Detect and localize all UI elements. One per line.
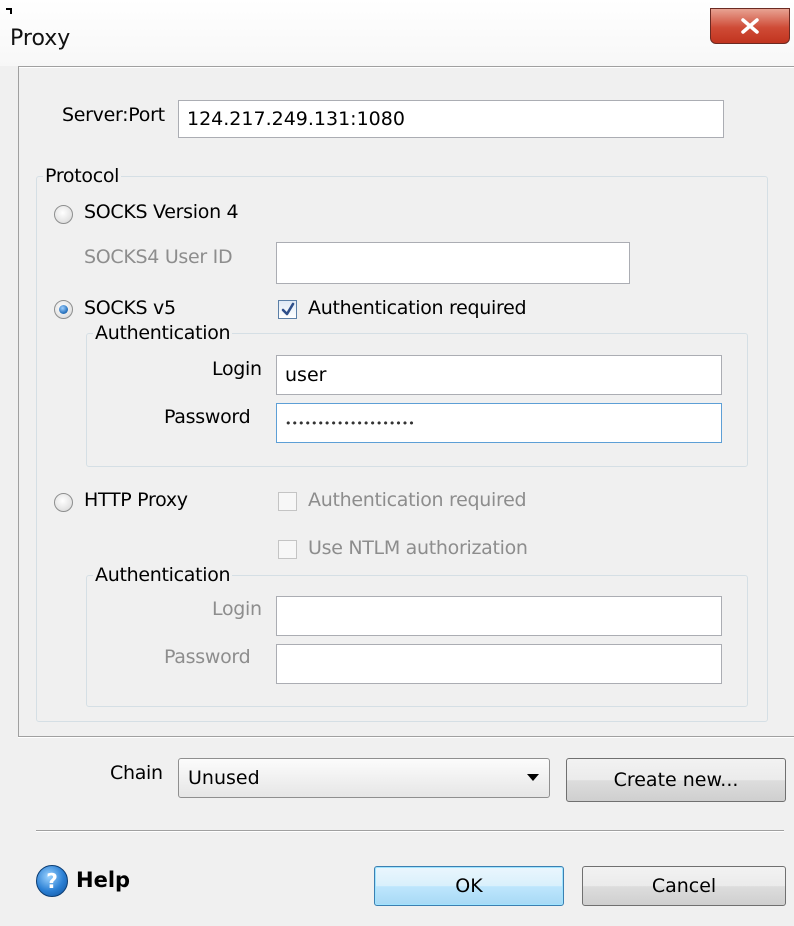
create-new-button[interactable]: Create new...	[566, 758, 786, 802]
title-bar: Proxy	[0, 0, 794, 66]
ok-label: OK	[455, 875, 483, 897]
socks5-password-input[interactable]: ••••••••••••••••••••	[276, 403, 722, 443]
checkmark-icon	[281, 302, 295, 316]
window-corner-mark	[10, 8, 12, 14]
socks5-auth-required-checkbox[interactable]	[278, 300, 297, 319]
help-icon[interactable]: ?	[36, 865, 68, 897]
http-auth-required-label: Authentication required	[308, 489, 527, 511]
server-port-value: 124.217.249.131:1080	[187, 108, 405, 130]
http-proxy-radio[interactable]	[54, 493, 73, 512]
ok-button[interactable]: OK	[374, 866, 564, 906]
socks5-label: SOCKS v5	[84, 297, 176, 319]
cancel-button[interactable]: Cancel	[582, 866, 786, 906]
http-proxy-label: HTTP Proxy	[84, 489, 188, 511]
divider	[18, 67, 794, 68]
server-port-label: Server:Port	[62, 104, 165, 126]
server-port-input[interactable]: 124.217.249.131:1080	[178, 100, 724, 138]
socks5-password-label: Password	[164, 406, 251, 428]
http-auth-required-checkbox[interactable]	[278, 492, 297, 511]
chain-select[interactable]: Unused	[178, 758, 550, 798]
socks5-radio[interactable]	[54, 300, 73, 319]
create-new-label: Create new...	[613, 769, 739, 791]
chain-selected-value: Unused	[188, 767, 260, 789]
radio-selected-dot	[59, 305, 68, 314]
socks5-password-value: ••••••••••••••••••••	[285, 416, 415, 430]
http-login-input[interactable]	[276, 596, 722, 636]
http-login-label: Login	[212, 598, 262, 620]
divider	[18, 737, 794, 738]
ntlm-label: Use NTLM authorization	[308, 537, 528, 559]
socks4-label: SOCKS Version 4	[84, 201, 239, 223]
socks4-user-id-label: SOCKS4 User ID	[84, 246, 233, 268]
socks5-auth-legend: Authentication	[93, 322, 233, 344]
socks5-login-value: user	[285, 364, 327, 386]
http-authentication-group: Authentication	[86, 564, 748, 707]
socks4-user-id-input[interactable]	[276, 242, 630, 284]
socks5-login-label: Login	[212, 358, 262, 380]
http-password-label: Password	[164, 646, 251, 668]
socks5-login-input[interactable]: user	[276, 355, 722, 395]
cancel-label: Cancel	[651, 875, 717, 897]
divider	[36, 831, 784, 832]
close-button[interactable]	[710, 8, 790, 44]
protocol-legend: Protocol	[43, 165, 122, 187]
ntlm-checkbox[interactable]	[278, 540, 297, 559]
http-password-input[interactable]	[276, 644, 722, 684]
socks4-radio[interactable]	[54, 205, 73, 224]
socks5-authentication-group: Authentication	[86, 322, 748, 467]
socks5-auth-required-label: Authentication required	[308, 297, 527, 319]
help-label[interactable]: Help	[76, 868, 130, 892]
chain-label: Chain	[110, 762, 163, 784]
window-title: Proxy	[10, 26, 71, 51]
close-icon	[741, 18, 759, 34]
http-auth-legend: Authentication	[93, 564, 233, 586]
divider	[18, 66, 19, 736]
chevron-down-icon	[527, 774, 539, 781]
